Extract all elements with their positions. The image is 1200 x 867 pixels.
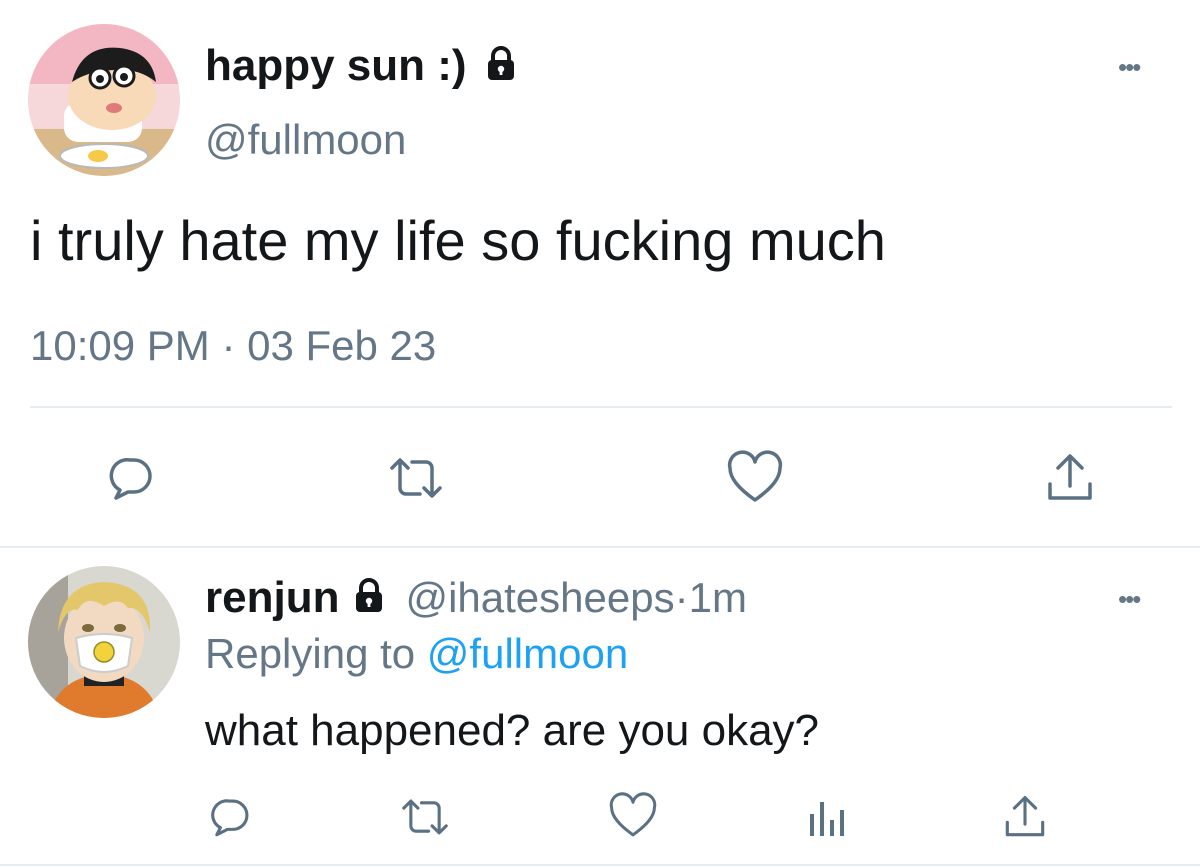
reply-more-options-button[interactable]: •••	[1118, 584, 1141, 615]
share-button[interactable]	[1044, 450, 1096, 506]
reply-display-name[interactable]: renjun	[205, 573, 339, 623]
divider	[30, 406, 1172, 408]
timestamp-separator: ·	[209, 322, 248, 369]
replying-to: Replying to @fullmoon	[205, 630, 628, 678]
reply-share-button[interactable]	[1002, 792, 1048, 842]
reply-age: 1m	[688, 574, 747, 621]
reply-like-button[interactable]	[608, 792, 658, 840]
lock-icon	[481, 44, 521, 89]
retweet-icon	[386, 452, 446, 504]
user-handle[interactable]: @fullmoon	[205, 116, 406, 164]
retweet-button[interactable]	[386, 452, 446, 504]
analytics-icon	[806, 796, 848, 838]
replying-to-link[interactable]: @fullmoon	[427, 630, 628, 677]
like-icon	[726, 450, 784, 506]
reply-handle[interactable]: @ihatesheeps	[405, 574, 674, 622]
reply-text: what happened? are you okay?	[205, 706, 820, 755]
share-icon	[1002, 792, 1048, 842]
retweet-icon	[398, 794, 452, 840]
more-options-button[interactable]: •••	[1118, 52, 1141, 83]
avatar-renjun[interactable]	[28, 566, 180, 718]
reply-icon	[106, 452, 158, 504]
avatar-happy-sun[interactable]	[28, 24, 180, 176]
share-icon	[1044, 450, 1096, 506]
reply-icon	[208, 794, 254, 840]
lock-icon	[349, 576, 389, 621]
tweet-timestamp[interactable]: 10:09 PM · 03 Feb 23	[30, 322, 436, 370]
tweet-text: i truly hate my life so fucking much	[30, 209, 886, 272]
tweet-date: 03 Feb 23	[247, 322, 437, 369]
reply-analytics-button[interactable]	[806, 796, 848, 838]
reply-separator: ·	[674, 574, 689, 621]
divider	[0, 546, 1200, 548]
replying-to-label: Replying to	[205, 630, 427, 677]
reply-button[interactable]	[106, 452, 158, 504]
display-name[interactable]: happy sun :)	[205, 41, 467, 91]
tweet-time: 10:09 PM	[30, 322, 210, 369]
reply-retweet-button[interactable]	[398, 794, 452, 840]
divider	[0, 864, 1200, 866]
reply-reply-button[interactable]	[208, 794, 254, 840]
like-icon	[608, 792, 658, 840]
like-button[interactable]	[726, 450, 784, 506]
